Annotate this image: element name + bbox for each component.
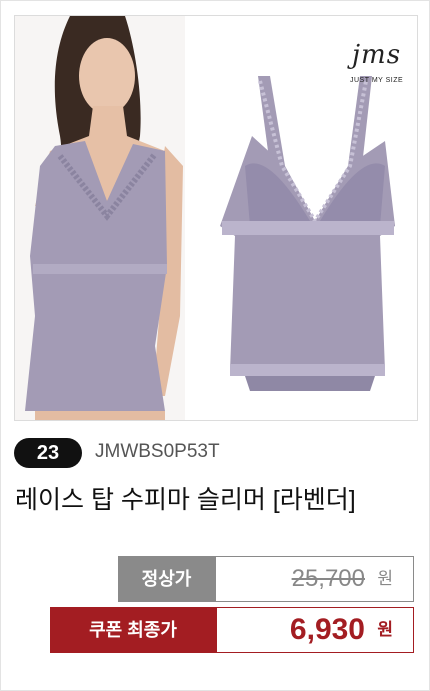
brand-logo-text: jms xyxy=(352,40,402,70)
model-photo-image xyxy=(15,16,185,420)
coupon-price-unit: 원 xyxy=(377,620,393,639)
coupon-price-value: 6,930 xyxy=(289,613,365,646)
regular-price-value: 25,700 xyxy=(291,565,365,592)
regular-price-label: 정상가 xyxy=(118,556,215,602)
product-sku: JMWBS0P53T xyxy=(95,441,220,462)
regular-price-box: 25,700 원 xyxy=(215,556,414,602)
coupon-price-box: 6,930 원 xyxy=(216,607,414,653)
regular-price-unit: 원 xyxy=(377,569,393,588)
brand-logo: jms JUST MY SIZE xyxy=(348,40,417,92)
product-title[interactable]: 레이스 탑 수피마 슬리머 [라벤더] xyxy=(15,480,356,516)
product-image-frame[interactable]: jms JUST MY SIZE xyxy=(14,15,418,421)
rank-badge: 23 xyxy=(14,438,82,468)
product-card[interactable]: jms JUST MY SIZE 23 JMWBS0P53T 레이스 탑 수피마… xyxy=(0,0,430,691)
regular-price-row: 정상가 25,700 원 xyxy=(118,556,414,602)
brand-tagline: JUST MY SIZE xyxy=(350,77,404,84)
coupon-price-row: 쿠폰 최종가 6,930 원 xyxy=(50,607,414,653)
coupon-price-label: 쿠폰 최종가 xyxy=(50,607,216,653)
